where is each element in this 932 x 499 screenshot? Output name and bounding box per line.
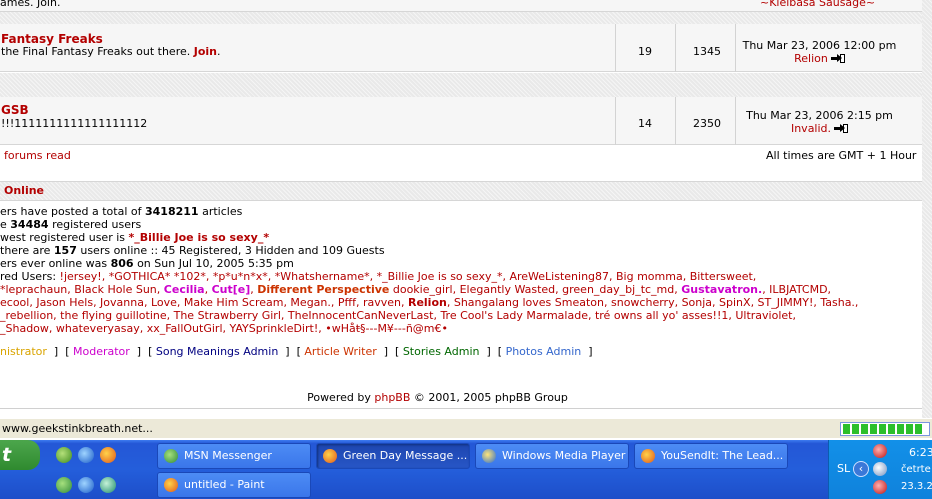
relion-user[interactable]: Relion	[408, 296, 447, 309]
msn-messenger-icon[interactable]	[56, 477, 72, 493]
status-url: www.geekstinkbreath.net...	[2, 422, 153, 435]
start-button[interactable]: t	[0, 440, 40, 470]
task-paint[interactable]: untitled - Paint	[157, 472, 311, 498]
forum-desc-partial: ames. Join.	[0, 0, 61, 9]
email-icon[interactable]	[100, 477, 116, 493]
forum-description: !!!1111111111111111112	[1, 117, 148, 130]
last-post-date: Thu Mar 23, 2006 2:15 pm	[746, 109, 893, 122]
registered-users-list: red Users: !jersey!, *GOTHICA* *102*, *p…	[0, 270, 922, 335]
forum-row: GSB !!!1111111111111111112 14 2350 Thu M…	[0, 97, 922, 145]
online-stats: ers have posted a total of 3418211 artic…	[0, 205, 922, 335]
group-legend: nistrator ] [ Moderator ] [ Song Meaning…	[0, 345, 593, 358]
legend-moderator: Moderator	[72, 345, 130, 358]
moderator-user[interactable]: Cut[e]	[212, 283, 251, 296]
task-green-day-firefox[interactable]: Green Day Message ...	[316, 443, 470, 469]
tray-app-icon[interactable]	[873, 444, 887, 458]
newest-user-link[interactable]: *_Billie Joe is so sexy_*	[129, 231, 270, 244]
task-yousendit[interactable]: YouSendIt: The Lead...	[634, 443, 788, 469]
forum-description-text: the Final Fantasy Freaks out there.	[1, 45, 191, 58]
newest-user-line: west registered user is *_Billie Joe is …	[0, 231, 270, 244]
firefox-icon[interactable]	[100, 447, 116, 463]
user-links[interactable]: !jersey!, *GOTHICA* *102*, *p*u*n*x*, *W…	[60, 270, 757, 283]
legend-administrator: nistrator	[0, 345, 47, 358]
forum-description: the Final Fantasy Freaks out there. Join…	[1, 45, 221, 58]
task-msn-messenger[interactable]: MSN Messenger	[157, 443, 311, 469]
msn-icon	[164, 449, 178, 463]
page-bottom-border	[0, 408, 922, 409]
user-links[interactable]: _rebellion, the flying guillotine, The S…	[0, 309, 922, 322]
forum-title[interactable]: Fantasy Freaks	[1, 32, 103, 46]
tray-security-icon[interactable]	[873, 480, 887, 494]
timezone-note: All times are GMT + 1 Hour	[766, 149, 917, 162]
user-links[interactable]: _Shadow, whateveryasay, xx_FallOutGirl, …	[0, 322, 922, 335]
whos-online-title[interactable]: Online	[4, 184, 44, 197]
legend-song-admin: Song Meanings Admin	[155, 345, 279, 358]
last-post-date: Thu Mar 23, 2006 12:00 pm	[742, 39, 897, 52]
forum-join-link[interactable]: Join	[194, 45, 217, 58]
page-right-margin	[922, 0, 932, 418]
view-latest-post-icon[interactable]	[834, 124, 849, 133]
posts-count: 1345	[693, 45, 721, 58]
last-post-user[interactable]: Relion	[794, 52, 828, 65]
clock-time[interactable]: 6:23	[909, 446, 932, 459]
category-separator	[0, 73, 922, 97]
moderator-user[interactable]: Gustavatron.	[681, 283, 762, 296]
phpbb-link[interactable]: phpBB	[374, 391, 410, 404]
windows-taskbar: t MSN Messenger Green Day Message ... Wi…	[0, 440, 932, 499]
whos-online-header: Online	[0, 181, 922, 201]
topics-count: 19	[638, 45, 652, 58]
last-post: Thu Mar 23, 2006 2:15 pm Invalid.	[732, 109, 907, 135]
internet-explorer-icon[interactable]	[78, 477, 94, 493]
forum-title[interactable]: GSB	[1, 103, 29, 117]
legend-article-writer: Article Writer	[304, 345, 377, 358]
column-divider	[675, 97, 676, 145]
total-articles-line: ers have posted a total of 3418211 artic…	[0, 205, 243, 218]
column-divider	[675, 24, 676, 72]
task-windows-media-player[interactable]: Windows Media Player	[475, 443, 629, 469]
users-online-line: there are 157 users online :: 45 Registe…	[0, 244, 385, 257]
internet-explorer-icon[interactable]	[78, 447, 94, 463]
powered-by: Powered by phpBB © 2001, 2005 phpBB Grou…	[307, 391, 568, 404]
forum-row: Fantasy Freaks the Final Fantasy Freaks …	[0, 24, 922, 72]
forum-description-end: .	[217, 45, 221, 58]
topics-count: 14	[638, 117, 652, 130]
firefox-icon	[641, 449, 655, 463]
tray-network-icon[interactable]	[873, 462, 887, 476]
article-writer-user[interactable]: Different Perspective	[257, 283, 389, 296]
tray-expand-icon[interactable]: ‹	[853, 461, 869, 477]
paint-icon	[164, 478, 178, 492]
show-desktop-icon[interactable]	[56, 447, 72, 463]
most-online-line: ers ever online was 806 on Sun Jul 10, 2…	[0, 257, 294, 270]
last-post-partial[interactable]: ~Kielbasa Sausage~	[760, 0, 875, 9]
posts-count: 2350	[693, 117, 721, 130]
legend-photos-admin: Photos Admin	[505, 345, 582, 358]
loading-progress-bar	[840, 422, 930, 436]
system-tray: SL ‹ 6:23 četrte 23.3.20	[828, 440, 932, 499]
moderator-user[interactable]: Cecilia	[164, 283, 205, 296]
media-player-icon	[482, 449, 496, 463]
language-indicator[interactable]: SL	[837, 462, 850, 475]
clock-day: četrte	[901, 464, 931, 475]
last-post: Thu Mar 23, 2006 12:00 pm Relion	[732, 39, 907, 65]
clock-date: 23.3.20	[901, 481, 932, 492]
firefox-icon	[323, 449, 337, 463]
registered-users-line: e 34484 registered users	[0, 218, 142, 231]
mark-forums-read-link[interactable]: forums read	[4, 149, 71, 162]
legend-stories-admin: Stories Admin	[402, 345, 480, 358]
forum-row-partial: ames. Join. ~Kielbasa Sausage~	[0, 0, 922, 12]
last-post-user[interactable]: Invalid.	[791, 122, 831, 135]
browser-status-bar: www.geekstinkbreath.net...	[0, 418, 932, 438]
view-latest-post-icon[interactable]	[830, 54, 845, 63]
